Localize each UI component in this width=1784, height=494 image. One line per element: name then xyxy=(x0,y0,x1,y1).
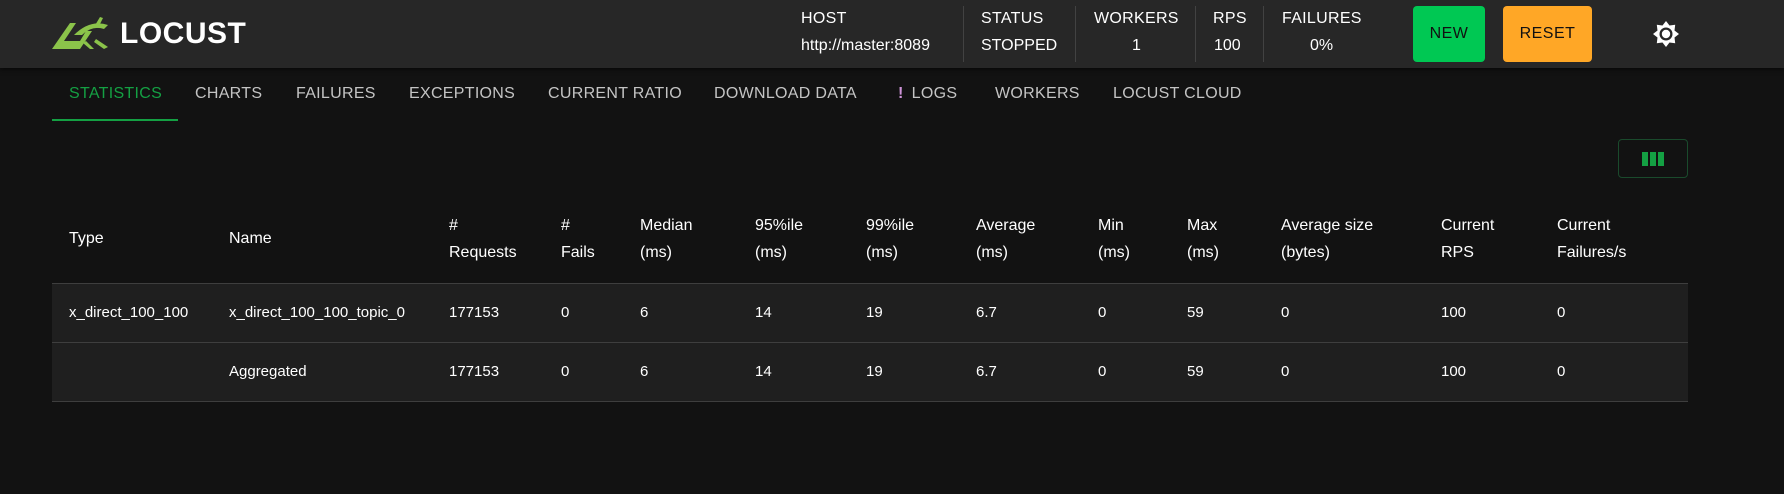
rps-value: 100 xyxy=(1214,37,1241,54)
failures-label: FAILURES xyxy=(1282,10,1362,27)
status-label: STATUS xyxy=(981,10,1044,27)
column-header-name[interactable]: Name xyxy=(229,225,272,252)
brand-name: LOCUST xyxy=(120,17,247,50)
workers-value: 1 xyxy=(1132,37,1141,54)
view-column-icon xyxy=(1642,151,1664,166)
cell-fails: 0 xyxy=(561,304,570,321)
column-header-fails[interactable]: # Fails xyxy=(561,212,595,266)
host-label: HOST xyxy=(801,10,847,27)
cell-median: 6 xyxy=(640,363,649,380)
header-divider xyxy=(1075,6,1076,62)
status-stat: STATUS STOPPED xyxy=(981,8,1071,60)
column-header-average-size[interactable]: Average size (bytes) xyxy=(1281,212,1373,266)
tab-exceptions[interactable]: EXCEPTIONS xyxy=(409,85,515,103)
tab-charts[interactable]: CHARTS xyxy=(195,85,262,103)
cell-99ile: 19 xyxy=(866,304,883,321)
tab-download-data[interactable]: DOWNLOAD DATA xyxy=(714,85,857,103)
logs-alert-icon: ! xyxy=(898,85,904,102)
cell-min: 0 xyxy=(1098,304,1107,321)
host-value: http://master:8089 xyxy=(801,37,930,54)
column-header-95ile[interactable]: 95%ile (ms) xyxy=(755,212,803,266)
failures-stat: FAILURES 0% xyxy=(1282,8,1364,60)
tab-locust-cloud[interactable]: LOCUST CLOUD xyxy=(1113,85,1242,103)
rps-label: RPS xyxy=(1213,10,1247,27)
cell-current-failures: 0 xyxy=(1557,304,1566,321)
cell-requests: 177153 xyxy=(449,304,500,321)
app-header: LOCUST HOST http://master:8089 STATUS ST… xyxy=(0,0,1784,68)
header-divider xyxy=(1263,6,1264,62)
column-header-requests[interactable]: # Requests xyxy=(449,212,517,266)
cell-current-failures: 0 xyxy=(1557,363,1566,380)
main-tabs: STATISTICS CHARTS FAILURES EXCEPTIONS CU… xyxy=(52,68,1252,121)
rps-stat: RPS 100 xyxy=(1213,8,1253,60)
table-header: Type Name # Requests # Fails Median (ms) 95… xyxy=(52,196,1688,284)
statistics-table: Type Name # Requests # Fails Median (ms) 95… xyxy=(52,196,1688,402)
header-divider xyxy=(1195,6,1196,62)
active-tab-indicator xyxy=(52,119,178,121)
column-header-99ile[interactable]: 99%ile (ms) xyxy=(866,212,914,266)
locust-logo[interactable]: LOCUST xyxy=(50,16,246,52)
workers-label: WORKERS xyxy=(1094,10,1179,27)
column-header-current-rps[interactable]: Current RPS xyxy=(1441,212,1494,266)
cell-95ile: 14 xyxy=(755,363,772,380)
cell-min: 0 xyxy=(1098,363,1107,380)
tab-workers[interactable]: WORKERS xyxy=(995,85,1080,103)
cell-average: 6.7 xyxy=(976,304,997,321)
cell-requests: 177153 xyxy=(449,363,500,380)
table-row: x_direct_100_100 x_direct_100_100_topic_… xyxy=(52,284,1688,343)
cell-average-size: 0 xyxy=(1281,363,1290,380)
tab-failures[interactable]: FAILURES xyxy=(296,85,376,103)
tab-statistics[interactable]: STATISTICS xyxy=(69,85,162,103)
workers-stat: WORKERS 1 xyxy=(1094,8,1178,60)
column-header-average[interactable]: Average (ms) xyxy=(976,212,1035,266)
header-divider xyxy=(963,6,964,62)
cell-name: x_direct_100_100_topic_0 xyxy=(229,304,405,321)
cell-max: 59 xyxy=(1187,363,1204,380)
theme-toggle-button[interactable] xyxy=(1652,20,1680,48)
cell-type: x_direct_100_100 xyxy=(69,304,189,321)
locust-logo-icon xyxy=(52,17,108,49)
cell-max: 59 xyxy=(1187,304,1204,321)
new-test-button[interactable]: NEW xyxy=(1413,6,1485,62)
cell-median: 6 xyxy=(640,304,649,321)
cell-current-rps: 100 xyxy=(1441,304,1467,321)
cell-fails: 0 xyxy=(561,363,570,380)
tab-logs-label: LOGS xyxy=(911,85,958,102)
tab-current-ratio[interactable]: CURRENT RATIO xyxy=(548,85,682,103)
cell-name: Aggregated xyxy=(229,363,307,380)
cell-95ile: 14 xyxy=(755,304,772,321)
brightness-icon xyxy=(1653,21,1679,47)
column-header-current-failures[interactable]: Current Failures/s xyxy=(1557,212,1626,266)
cell-average-size: 0 xyxy=(1281,304,1290,321)
table-row-aggregated: Aggregated 177153 0 6 14 19 6.7 0 59 0 1… xyxy=(52,343,1688,402)
cell-average: 6.7 xyxy=(976,363,997,380)
failures-value: 0% xyxy=(1310,37,1334,54)
tab-logs[interactable]: ! LOGS xyxy=(898,85,957,103)
host-stat: HOST http://master:8089 xyxy=(801,8,951,60)
column-header-max[interactable]: Max (ms) xyxy=(1187,212,1219,266)
cell-99ile: 19 xyxy=(866,363,883,380)
column-header-median[interactable]: Median (ms) xyxy=(640,212,692,266)
status-value: STOPPED xyxy=(981,37,1058,54)
column-header-type[interactable]: Type xyxy=(69,225,104,252)
column-header-min[interactable]: Min (ms) xyxy=(1098,212,1130,266)
cell-current-rps: 100 xyxy=(1441,363,1467,380)
column-selector-button[interactable] xyxy=(1618,139,1688,178)
reset-stats-button[interactable]: RESET xyxy=(1503,6,1592,62)
